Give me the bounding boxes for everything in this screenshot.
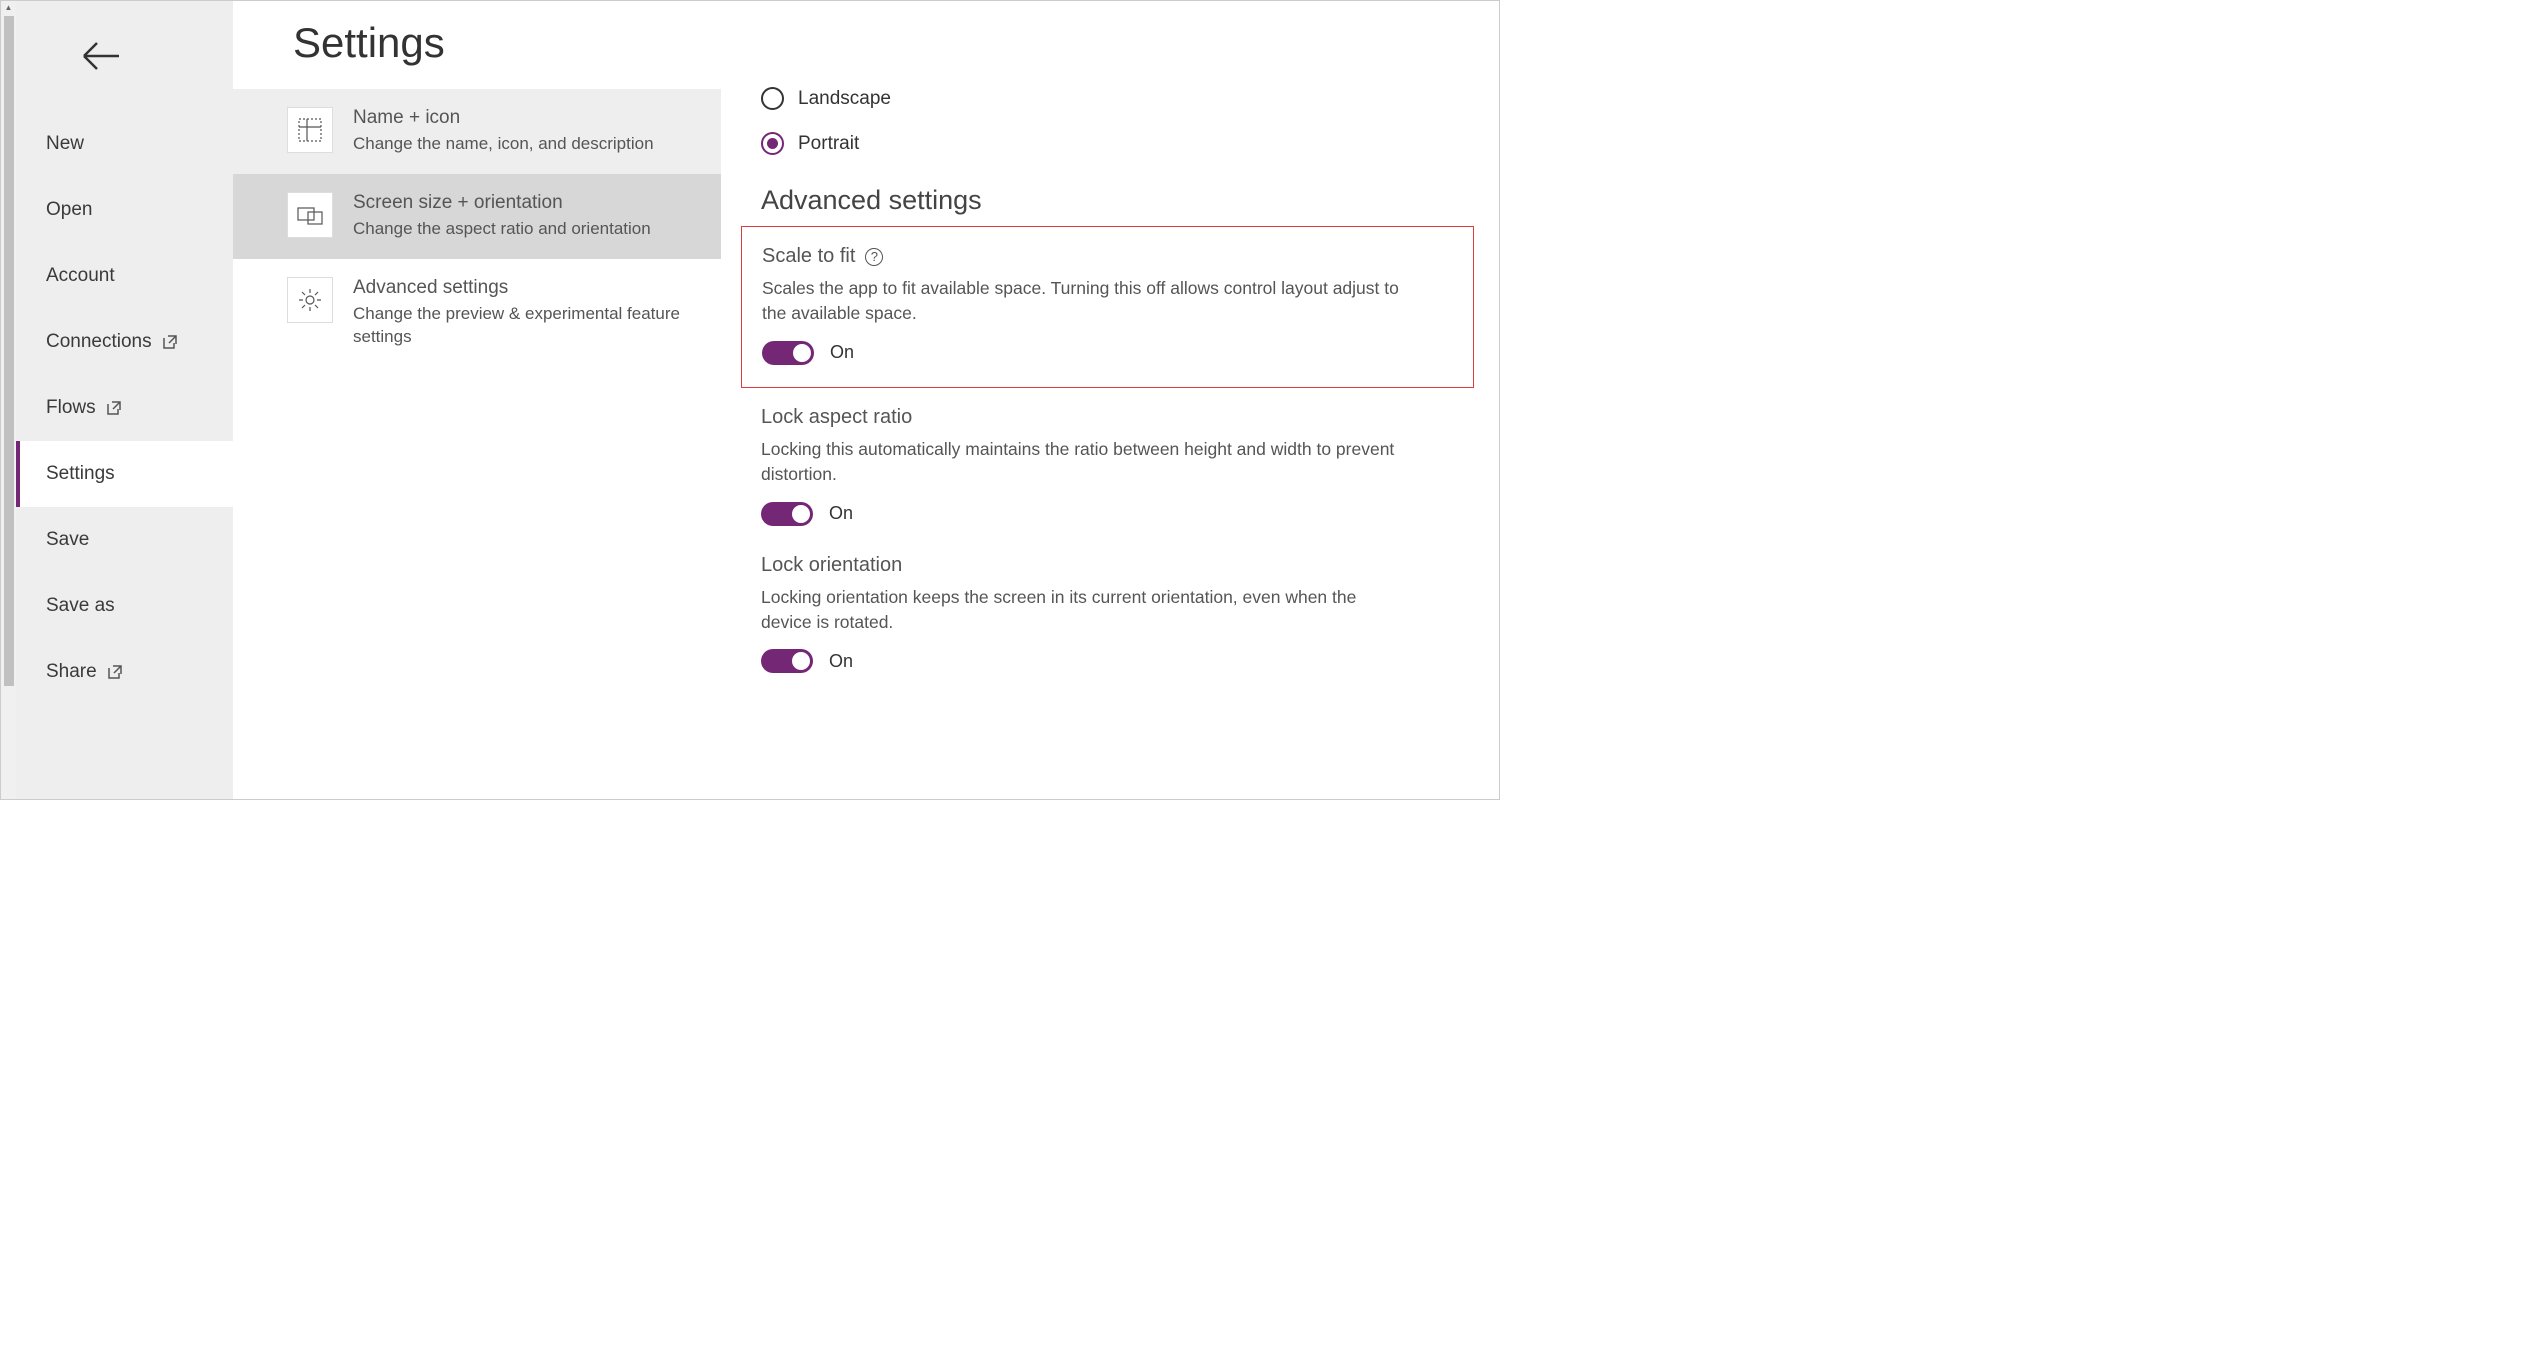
lock-aspect-toggle[interactable]	[761, 502, 813, 526]
sidebar-item-label: Save as	[46, 595, 115, 617]
external-link-icon	[106, 400, 122, 416]
sidebar-item-flows[interactable]: Flows	[16, 375, 233, 441]
sidebar-item-label: Connections	[46, 331, 152, 353]
card-title: Advanced settings	[353, 277, 697, 299]
sidebar-item-label: New	[46, 133, 84, 155]
setting-lock-aspect: Lock aspect ratio Locking this automatic…	[761, 406, 1459, 526]
toggle-label: On	[830, 342, 854, 363]
settings-card-name-icon[interactable]: Name + icon Change the name, icon, and d…	[233, 89, 721, 174]
scroll-thumb[interactable]	[4, 16, 14, 686]
card-title: Screen size + orientation	[353, 192, 651, 214]
advanced-settings-heading: Advanced settings	[761, 185, 1459, 216]
radio-label: Landscape	[798, 88, 891, 110]
settings-card-screen-size[interactable]: Screen size + orientation Change the asp…	[233, 174, 721, 259]
sidebar-item-save[interactable]: Save	[16, 507, 233, 573]
sidebar-item-open[interactable]: Open	[16, 177, 233, 243]
back-arrow-icon	[81, 41, 121, 71]
sidebar-item-label: Settings	[46, 463, 115, 485]
setting-desc: Locking orientation keeps the screen in …	[761, 585, 1401, 636]
card-desc: Change the name, icon, and description	[353, 133, 654, 156]
settings-card-advanced[interactable]: Advanced settings Change the preview & e…	[233, 259, 721, 367]
sidebar-item-share[interactable]: Share	[16, 639, 233, 705]
sidebar-item-label: Account	[46, 265, 115, 287]
orientation-radio-portrait[interactable]: Portrait	[761, 132, 1459, 155]
card-desc: Change the aspect ratio and orientation	[353, 218, 651, 241]
sidebar-item-connections[interactable]: Connections	[16, 309, 233, 375]
card-title: Name + icon	[353, 107, 654, 129]
radio-label: Portrait	[798, 133, 859, 155]
setting-desc: Scales the app to fit available space. T…	[762, 276, 1402, 327]
sidebar: New Open Account Connections Flows Setti…	[16, 1, 233, 799]
sidebar-item-save-as[interactable]: Save as	[16, 573, 233, 639]
page-title: Settings	[233, 19, 721, 89]
name-icon-icon	[287, 107, 333, 153]
radio-icon	[761, 132, 784, 155]
radio-icon	[761, 87, 784, 110]
sidebar-item-label: Share	[46, 661, 97, 683]
scale-to-fit-toggle[interactable]	[762, 341, 814, 365]
sidebar-item-new[interactable]: New	[16, 111, 233, 177]
setting-title: Lock aspect ratio	[761, 406, 912, 429]
settings-detail-panel: Landscape Portrait Advanced settings Sca…	[721, 1, 1499, 799]
external-link-icon	[107, 664, 123, 680]
external-link-icon	[162, 334, 178, 350]
help-icon[interactable]: ?	[865, 248, 883, 266]
lock-orientation-toggle[interactable]	[761, 649, 813, 673]
toggle-label: On	[829, 651, 853, 672]
gear-icon	[287, 277, 333, 323]
settings-categories: Settings Name + icon Change the name, ic…	[233, 1, 721, 799]
scale-to-fit-highlight: Scale to fit ? Scales the app to fit ava…	[741, 226, 1474, 388]
card-desc: Change the preview & experimental featur…	[353, 303, 697, 349]
setting-desc: Locking this automatically maintains the…	[761, 437, 1401, 488]
sidebar-item-account[interactable]: Account	[16, 243, 233, 309]
sidebar-item-label: Save	[46, 529, 89, 551]
orientation-radio-landscape[interactable]: Landscape	[761, 87, 1459, 110]
setting-scale-to-fit: Scale to fit ? Scales the app to fit ava…	[762, 245, 1453, 365]
screen-size-icon	[287, 192, 333, 238]
toggle-label: On	[829, 503, 853, 524]
sidebar-item-label: Open	[46, 199, 92, 221]
setting-title: Scale to fit	[762, 245, 855, 268]
vertical-scrollbar[interactable]: ▲	[1, 1, 16, 799]
sidebar-item-label: Flows	[46, 397, 96, 419]
scroll-up-arrow-icon[interactable]: ▲	[5, 1, 13, 14]
back-button[interactable]	[16, 31, 233, 111]
setting-title: Lock orientation	[761, 554, 902, 577]
sidebar-item-settings[interactable]: Settings	[16, 441, 233, 507]
setting-lock-orientation: Lock orientation Locking orientation kee…	[761, 554, 1459, 674]
